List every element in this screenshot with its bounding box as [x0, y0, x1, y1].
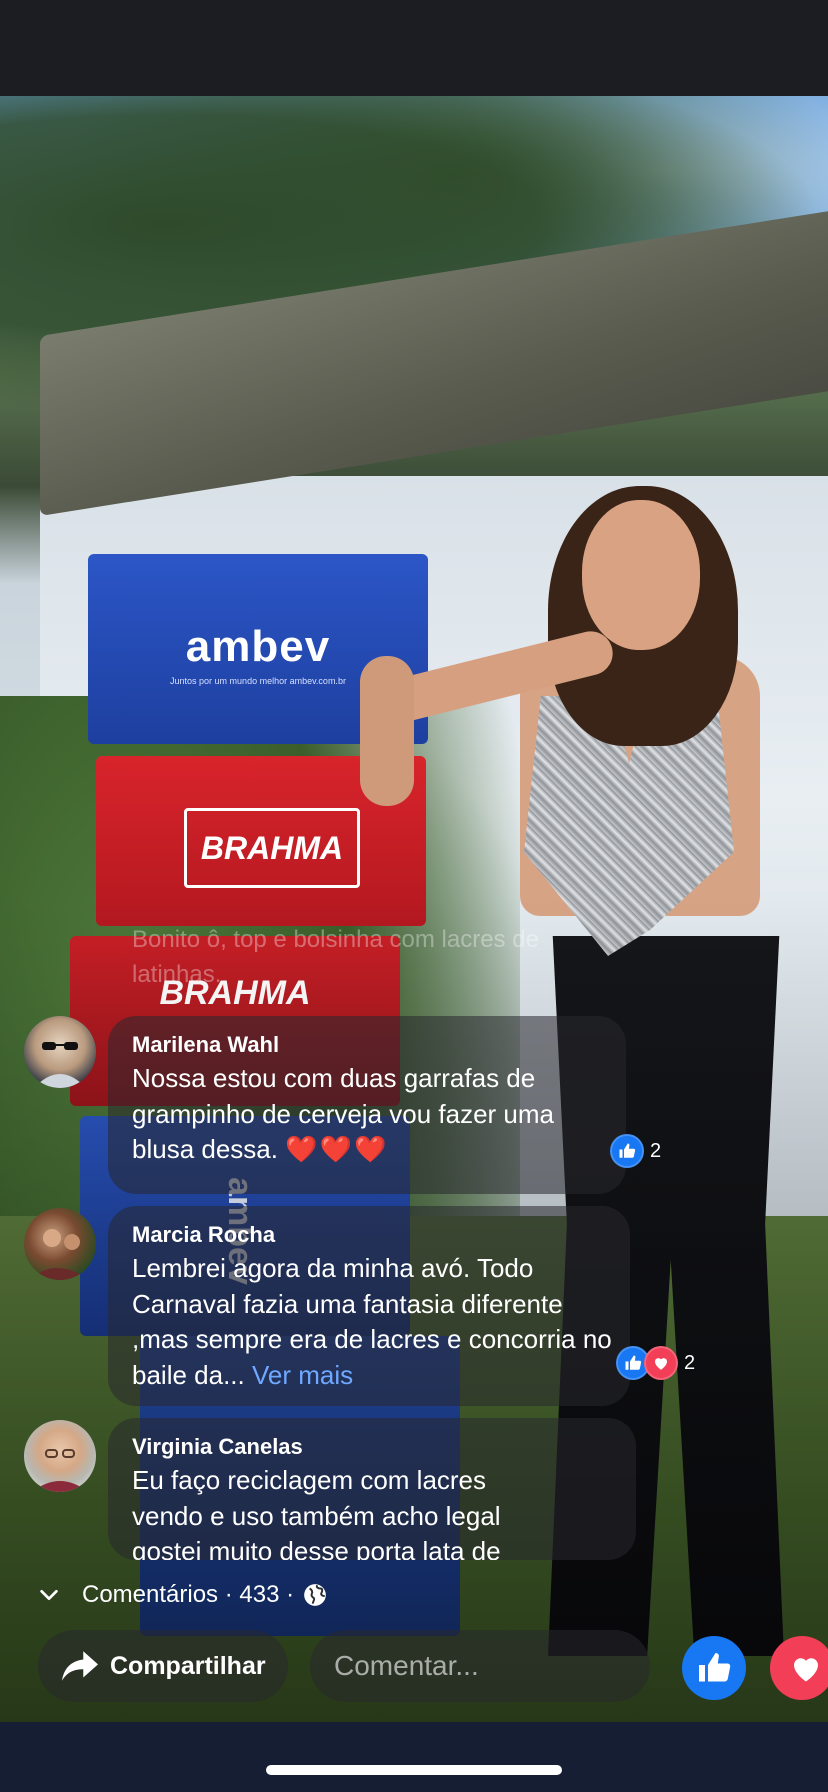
person-forearm — [360, 656, 414, 806]
comment-clip: Virginia Canelas Eu faço reciclagem com … — [108, 1418, 636, 1560]
comments-toggle[interactable]: Comentários · 433 · — [38, 1577, 328, 1613]
avatar[interactable] — [24, 1016, 96, 1088]
heart-icon — [794, 1658, 818, 1682]
avatar-portrait-icon — [34, 1042, 86, 1088]
comment-reactions[interactable]: 2 — [610, 1134, 661, 1168]
home-indicator[interactable] — [266, 1765, 562, 1775]
thumbs-up-icon — [699, 1653, 731, 1682]
love-button[interactable] — [770, 1636, 828, 1700]
share-button[interactable]: Compartilhar — [38, 1630, 288, 1702]
fading-comment-text: Bonito ô, top e bolsinha com lacres de l… — [132, 926, 539, 988]
like-button[interactable] — [682, 1636, 746, 1700]
avatar-portrait-icon — [32, 1449, 88, 1492]
heart-emoji-icon: ❤️❤️❤️ — [285, 1134, 389, 1164]
comment-text: Lembrei agora da minha avó. Todo Carnava… — [132, 1251, 622, 1393]
avatar[interactable] — [24, 1208, 96, 1280]
see-more-link[interactable]: Ver mais — [252, 1360, 353, 1390]
status-bar-area — [0, 0, 828, 96]
comment-author[interactable]: Virginia Canelas — [132, 1434, 303, 1460]
comment-author[interactable]: Marcia Rocha — [132, 1222, 275, 1248]
avatar-portrait-icon — [30, 1229, 90, 1280]
bottom-safe-area — [0, 1722, 828, 1792]
comments-count-label: Comentários · 433 · — [82, 1581, 295, 1608]
comment-text: Eu faço reciclagem com lacres vendo e us… — [132, 1465, 501, 1560]
chevron-down-icon — [40, 1589, 58, 1601]
crate-brahma-logo: BRAHMA — [184, 808, 360, 888]
globe-icon — [304, 1584, 326, 1606]
avatar[interactable] — [24, 1420, 96, 1492]
love-reaction-icon — [644, 1346, 678, 1380]
share-arrow-icon — [62, 1651, 98, 1681]
comment-author[interactable]: Marilena Wahl — [132, 1032, 279, 1058]
comment-input[interactable] — [310, 1630, 650, 1702]
person-face — [582, 500, 700, 650]
like-reaction-icon — [610, 1134, 644, 1168]
reaction-count: 2 — [650, 1139, 662, 1162]
comment-text: Nossa estou com duas garrafas de grampin… — [132, 1061, 612, 1168]
share-label: Compartilhar — [110, 1651, 266, 1680]
reaction-count: 2 — [684, 1351, 696, 1374]
comment-reactions[interactable]: 2 — [616, 1346, 695, 1380]
comment-body: Lembrei agora da minha avó. Todo Carnava… — [132, 1253, 612, 1390]
